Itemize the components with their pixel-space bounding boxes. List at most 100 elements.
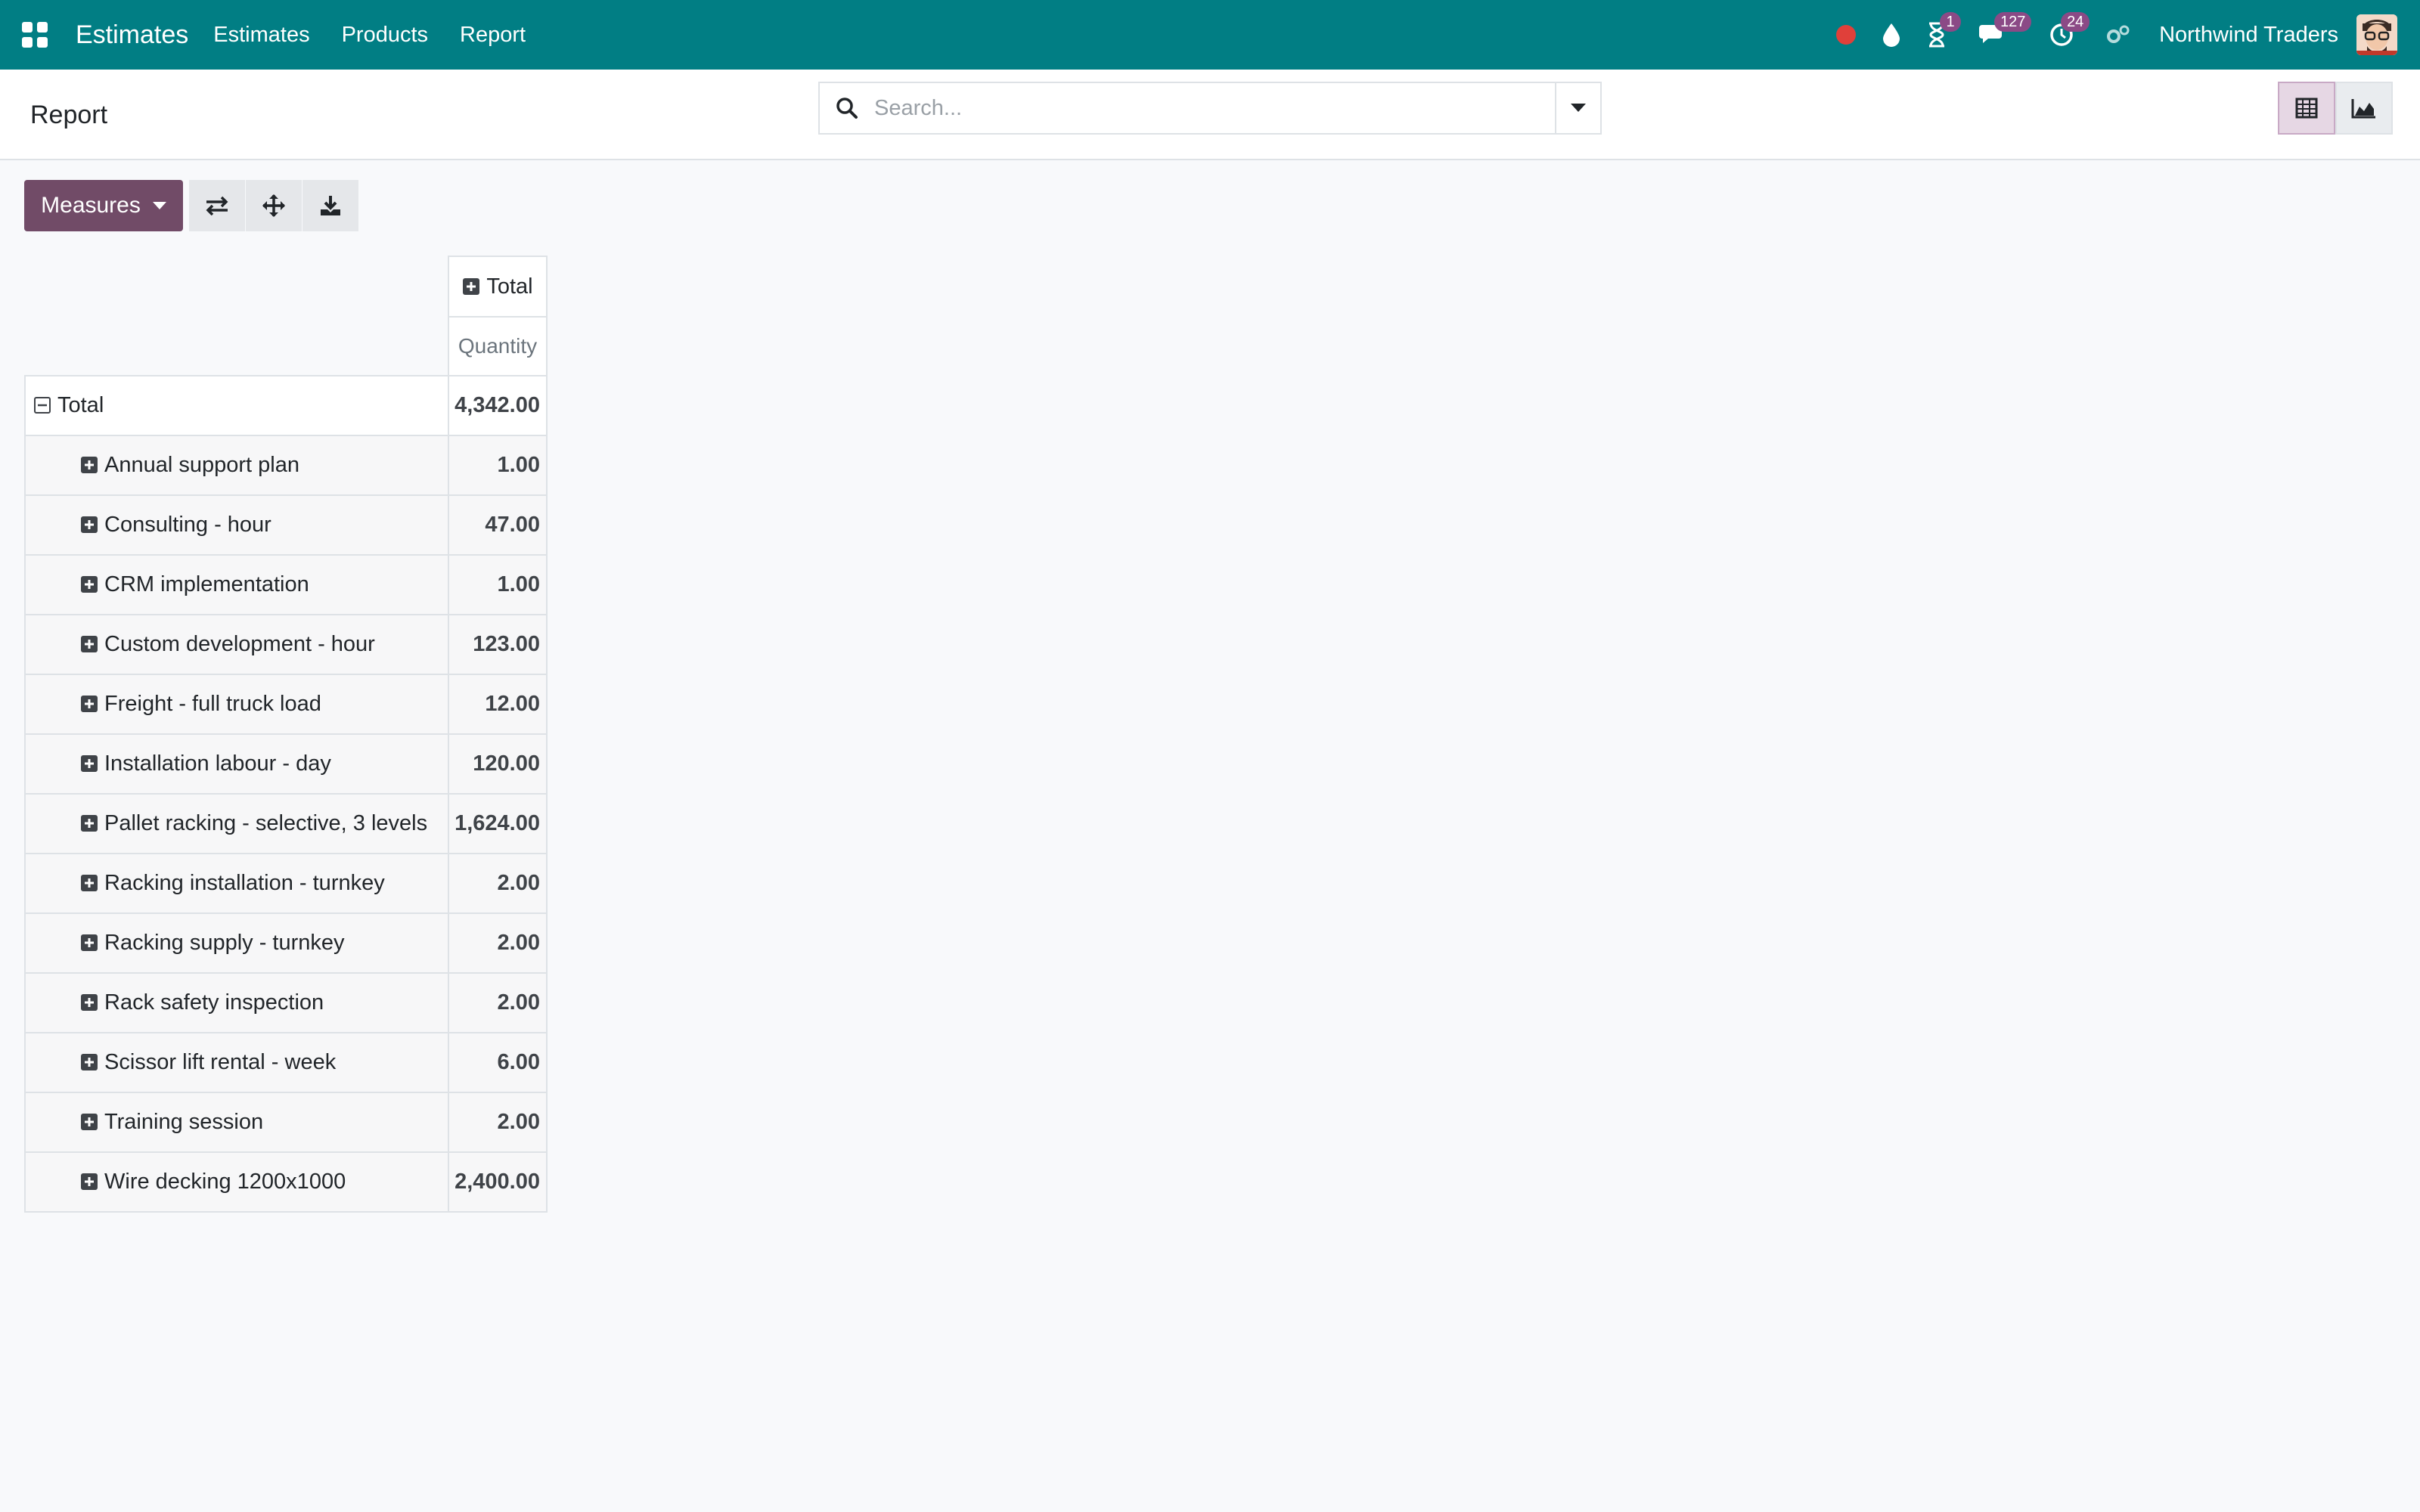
pivot-row: Freight - full truck load 12.00 xyxy=(24,674,548,735)
download-icon xyxy=(321,196,340,215)
caret-down-icon xyxy=(152,202,166,209)
caret-down-icon xyxy=(1571,104,1586,112)
breadcrumb: Report xyxy=(30,101,108,129)
plus-square-icon xyxy=(81,576,98,593)
search-options-toggle[interactable] xyxy=(1555,83,1600,133)
measures-label: Measures xyxy=(41,193,141,218)
pivot-row-label: Racking supply - turnkey xyxy=(104,931,345,955)
pivot-cell-value[interactable]: 4,342.00 xyxy=(448,375,548,436)
arrows-move-icon xyxy=(262,194,285,217)
pivot-row: Custom development - hour 123.00 xyxy=(24,614,548,675)
pivot-row-label: Freight - full truck load xyxy=(104,692,321,716)
pivot-row-label: Rack safety inspection xyxy=(104,990,324,1015)
table-icon xyxy=(2295,98,2318,119)
pivot-row-header[interactable]: Custom development - hour xyxy=(24,614,449,675)
flip-axis-button[interactable] xyxy=(189,180,245,231)
pivot-row-label: Training session xyxy=(104,1110,264,1134)
pivot-row-label: Racking installation - turnkey xyxy=(104,871,385,895)
pivot-row-header[interactable]: Training session xyxy=(24,1092,449,1153)
user-avatar[interactable] xyxy=(2356,14,2397,55)
plus-square-icon xyxy=(81,755,98,772)
recording-button[interactable] xyxy=(1823,0,1869,70)
pivot-row-label: Pallet racking - selective, 3 levels xyxy=(104,811,428,835)
plus-square-icon xyxy=(81,696,98,712)
debug-button[interactable] xyxy=(1869,0,1914,70)
graph-view-button[interactable] xyxy=(2335,82,2393,135)
pivot-column-header-total[interactable]: Total xyxy=(448,256,548,318)
search-input[interactable] xyxy=(874,83,1555,133)
search-box xyxy=(818,82,1602,135)
menu-item-report[interactable]: Report xyxy=(444,0,541,70)
download-button[interactable] xyxy=(302,180,358,231)
pivot-row-label: Annual support plan xyxy=(104,453,299,477)
area-chart-icon xyxy=(2351,99,2375,119)
pivot-row-header[interactable]: CRM implementation xyxy=(24,554,449,615)
activities-button[interactable]: 24 xyxy=(2028,0,2096,70)
pivot-row: Rack safety inspection 2.00 xyxy=(24,972,548,1033)
company-switch-button[interactable] xyxy=(2096,0,2141,70)
plus-square-icon xyxy=(81,1173,98,1190)
pivot-row: Wire decking 1200x1000 2,400.00 xyxy=(24,1151,548,1213)
pivot-row-header[interactable]: Freight - full truck load xyxy=(24,674,449,735)
activity-timer-button[interactable]: 1 xyxy=(1914,0,1962,70)
pivot-row-label: Total xyxy=(57,393,104,417)
pivot-cell-value[interactable]: 1.00 xyxy=(448,554,548,615)
pivot-row-header[interactable]: Wire decking 1200x1000 xyxy=(24,1151,449,1213)
plus-square-icon xyxy=(81,994,98,1011)
droplet-icon xyxy=(1883,23,1900,47)
pivot-row-label: CRM implementation xyxy=(104,572,309,596)
pivot-column-header-label: Total xyxy=(486,274,533,299)
control-panel: Report xyxy=(0,70,2420,160)
pivot-row-label: Consulting - hour xyxy=(104,513,271,537)
expand-all-button[interactable] xyxy=(246,180,302,231)
pivot-cell-value[interactable]: 123.00 xyxy=(448,614,548,675)
measures-button[interactable]: Measures xyxy=(24,180,183,231)
pivot-cell-value[interactable]: 120.00 xyxy=(448,733,548,795)
plus-square-icon xyxy=(81,815,98,832)
messages-badge: 127 xyxy=(1994,12,2032,32)
pivot-row: CRM implementation 1.00 xyxy=(24,554,548,615)
pivot-cell-value[interactable]: 2.00 xyxy=(448,853,548,914)
plus-square-icon xyxy=(81,1114,98,1130)
pivot-row-label: Wire decking 1200x1000 xyxy=(104,1170,346,1194)
pivot-row-header[interactable]: Racking supply - turnkey xyxy=(24,912,449,974)
user-avatar-icon xyxy=(2356,14,2397,55)
pivot-row: Pallet racking - selective, 3 levels 1,62… xyxy=(24,793,548,854)
pivot-view-button[interactable] xyxy=(2278,82,2335,135)
pivot-cell-value[interactable]: 47.00 xyxy=(448,494,548,556)
messages-button[interactable]: 127 xyxy=(1959,0,2032,70)
pivot-cell-value[interactable]: 2.00 xyxy=(448,972,548,1033)
pivot-cell-value[interactable]: 2.00 xyxy=(448,1092,548,1153)
pivot-row-header[interactable]: Rack safety inspection xyxy=(24,972,449,1033)
pivot-row: Consulting - hour 47.00 xyxy=(24,494,548,556)
pivot-cell-value[interactable]: 1.00 xyxy=(448,435,548,496)
pivot-measure-header[interactable]: Quantity xyxy=(448,316,548,376)
pivot-row-label: Installation labour - day xyxy=(104,751,331,776)
menu-item-estimates[interactable]: Estimates xyxy=(197,0,325,70)
plus-square-icon xyxy=(463,277,480,295)
pivot-cell-value[interactable]: 12.00 xyxy=(448,674,548,735)
pivot-row-label: Scissor lift rental - week xyxy=(104,1050,337,1074)
gears-icon xyxy=(2107,25,2130,43)
pivot-row-header[interactable]: Scissor lift rental - week xyxy=(24,1032,449,1093)
pivot-table: Total Quantity Total 4,342.00 Annual sup… xyxy=(24,256,548,1213)
pivot-cell-value[interactable]: 2,400.00 xyxy=(448,1151,548,1213)
pivot-cell-value[interactable]: 2.00 xyxy=(448,912,548,974)
plus-square-icon xyxy=(81,516,98,533)
pivot-row-header[interactable]: Racking installation - turnkey xyxy=(24,853,449,914)
systray: 1 127 24 Northwind Traders xyxy=(1823,0,2420,70)
app-brand[interactable]: Estimates xyxy=(70,0,197,70)
apps-menu-button[interactable] xyxy=(0,0,70,70)
pivot-row-header[interactable]: Installation labour - day xyxy=(24,733,449,795)
minus-square-icon xyxy=(34,397,51,414)
pivot-total-row: Total 4,342.00 xyxy=(24,375,548,436)
menu-item-products[interactable]: Products xyxy=(326,0,444,70)
pivot-cell-value[interactable]: 6.00 xyxy=(448,1032,548,1093)
pivot-row-header[interactable]: Consulting - hour xyxy=(24,494,449,556)
company-name[interactable]: Northwind Traders xyxy=(2141,23,2356,48)
pivot-cell-value[interactable]: 1,624.00 xyxy=(448,793,548,854)
pivot-row-header-total[interactable]: Total xyxy=(24,375,449,436)
pivot-row-header[interactable]: Annual support plan xyxy=(24,435,449,496)
pivot-row-header[interactable]: Pallet racking - selective, 3 levels xyxy=(24,793,449,854)
plus-square-icon xyxy=(81,934,98,951)
